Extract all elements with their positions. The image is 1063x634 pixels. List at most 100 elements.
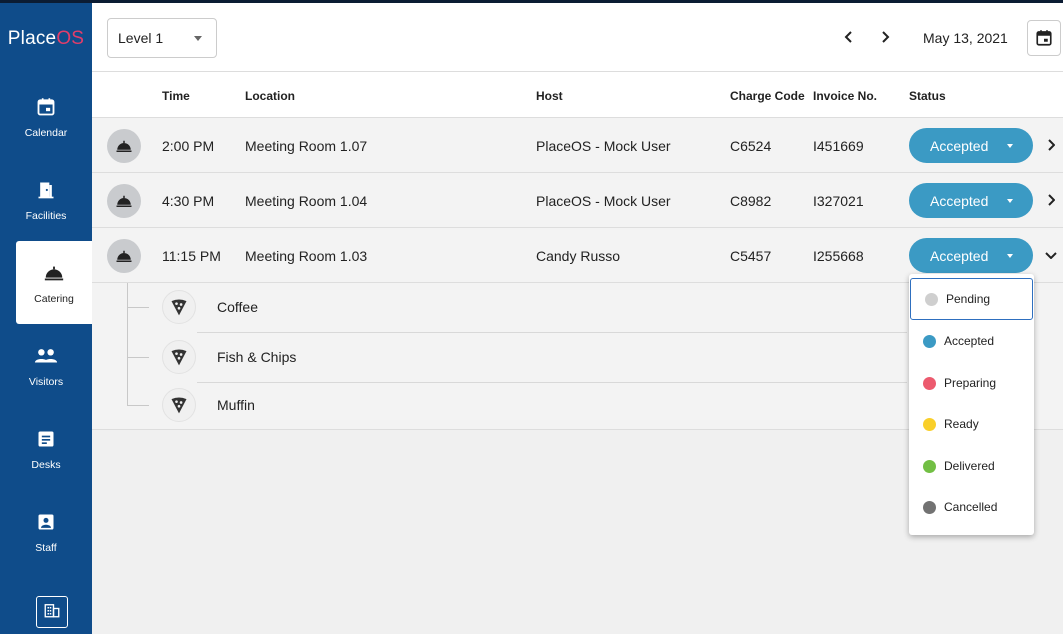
status-dot xyxy=(923,334,936,348)
column-header-host[interactable]: Host xyxy=(536,89,563,103)
status-button[interactable]: Accepted xyxy=(909,238,1033,273)
row-location: Meeting Room 1.04 xyxy=(245,193,368,209)
status-option-pending[interactable]: Pending xyxy=(910,278,1033,320)
sidebar-item-visitors[interactable]: Visitors xyxy=(0,324,92,407)
caret-down-icon xyxy=(1007,199,1013,203)
status-option-label: Accepted xyxy=(944,334,995,348)
topbar: Level 1 May 13, 2021 xyxy=(92,3,1063,72)
level-select-value: Level 1 xyxy=(118,30,164,46)
status-dot xyxy=(923,417,936,431)
pizza-icon xyxy=(162,388,196,422)
cloche-icon xyxy=(107,184,141,218)
status-label: Accepted xyxy=(930,192,989,209)
list-item: Coffee xyxy=(127,283,907,333)
cloche-icon xyxy=(42,261,66,285)
pizza-icon xyxy=(162,290,196,324)
caret-down-icon xyxy=(1007,254,1013,258)
badge-icon xyxy=(34,510,58,534)
chevron-right-icon xyxy=(882,31,890,43)
sidebar-item-label: Staff xyxy=(35,541,57,554)
table-header: Time Location Host Charge Code Invoice N… xyxy=(92,72,1063,118)
table-row[interactable]: 2:00 PM Meeting Room 1.07 PlaceOS - Mock… xyxy=(92,118,1063,173)
row-time: 2:00 PM xyxy=(162,138,215,154)
previous-day-button[interactable] xyxy=(839,26,859,48)
item-name: Fish & Chips xyxy=(217,349,297,365)
status-button[interactable]: Accepted xyxy=(909,128,1033,163)
chevron-down-icon xyxy=(1045,252,1057,259)
chevron-right-icon xyxy=(1048,194,1055,206)
door-icon xyxy=(34,178,58,202)
row-charge-code: C8982 xyxy=(730,193,772,209)
status-dot xyxy=(925,292,938,306)
caret-down-icon xyxy=(194,36,202,41)
sidebar-item-catering[interactable]: Catering xyxy=(16,241,92,324)
row-location: Meeting Room 1.07 xyxy=(245,138,368,154)
column-header-status[interactable]: Status xyxy=(909,89,946,103)
status-dot xyxy=(923,376,936,390)
column-header-charge-code[interactable]: Charge Code xyxy=(730,89,805,103)
status-option-label: Cancelled xyxy=(944,500,998,514)
status-option-preparing[interactable]: Preparing xyxy=(909,362,1034,404)
item-name: Coffee xyxy=(217,299,258,315)
column-header-invoice[interactable]: Invoice No. xyxy=(813,89,877,103)
level-select[interactable]: Level 1 xyxy=(107,18,217,58)
table-row[interactable]: 4:30 PM Meeting Room 1.04 PlaceOS - Mock… xyxy=(92,173,1063,228)
status-option-cancelled[interactable]: Cancelled xyxy=(909,486,1034,528)
status-option-label: Ready xyxy=(944,417,979,431)
row-host: PlaceOS - Mock User xyxy=(536,193,671,209)
row-location: Meeting Room 1.03 xyxy=(245,248,368,264)
sidebar-item-calendar[interactable]: Calendar xyxy=(0,75,92,158)
date-picker-button[interactable] xyxy=(1027,20,1061,56)
status-option-accepted[interactable]: Accepted xyxy=(909,320,1034,362)
sidebar-item-label: Calendar xyxy=(24,126,68,139)
chevron-left-icon xyxy=(844,31,852,43)
sidebar-item-label: Desks xyxy=(31,458,61,471)
status-label: Accepted xyxy=(930,247,989,264)
sidebar: Place OS Calendar Facilities Catering Vis… xyxy=(0,0,92,634)
status-option-label: Pending xyxy=(946,292,991,306)
sidebar-item-building[interactable] xyxy=(36,596,68,628)
app-logo[interactable]: Place OS xyxy=(0,3,92,75)
building-icon xyxy=(43,601,61,624)
current-date: May 13, 2021 xyxy=(923,30,1008,46)
sidebar-item-label: Facilities xyxy=(25,209,67,222)
expand-row-button[interactable] xyxy=(1043,137,1059,153)
column-header-time[interactable]: Time xyxy=(162,89,190,103)
tree-branch xyxy=(127,307,149,308)
row-charge-code: C6524 xyxy=(730,138,772,154)
sidebar-item-staff[interactable]: Staff xyxy=(0,490,92,573)
row-time: 4:30 PM xyxy=(162,193,215,209)
collapse-row-button[interactable] xyxy=(1043,247,1059,263)
chevron-right-icon xyxy=(1048,139,1055,151)
row-invoice: I255668 xyxy=(813,248,864,264)
status-dot xyxy=(923,500,936,514)
cloche-icon xyxy=(107,129,141,163)
sidebar-item-facilities[interactable]: Facilities xyxy=(0,158,92,241)
status-option-label: Delivered xyxy=(944,459,995,473)
status-dot xyxy=(923,459,936,473)
status-label: Accepted xyxy=(930,137,989,154)
sidebar-item-label: Catering xyxy=(34,292,74,305)
status-dropdown-menu: Pending Accepted Preparing Ready Deliver… xyxy=(909,274,1034,535)
status-option-label: Preparing xyxy=(944,376,997,390)
next-day-button[interactable] xyxy=(875,26,895,48)
column-header-location[interactable]: Location xyxy=(245,89,295,103)
expand-row-button[interactable] xyxy=(1043,192,1059,208)
people-icon xyxy=(34,344,58,368)
row-invoice: I451669 xyxy=(813,138,864,154)
caret-down-icon xyxy=(1007,144,1013,148)
row-time: 11:15 PM xyxy=(162,248,221,264)
calendar-icon xyxy=(1036,30,1052,46)
tree-branch xyxy=(127,405,149,406)
list-item: Muffin xyxy=(127,381,907,431)
status-button[interactable]: Accepted xyxy=(909,183,1033,218)
logo-accent-text: OS xyxy=(56,28,85,49)
logo-text: Place xyxy=(7,28,57,49)
row-charge-code: C5457 xyxy=(730,248,772,264)
calendar-icon xyxy=(34,95,58,119)
pizza-icon xyxy=(162,340,196,374)
status-option-delivered[interactable]: Delivered xyxy=(909,445,1034,487)
sidebar-item-desks[interactable]: Desks xyxy=(0,407,92,490)
status-option-ready[interactable]: Ready xyxy=(909,403,1034,445)
row-host: Candy Russo xyxy=(536,248,621,264)
